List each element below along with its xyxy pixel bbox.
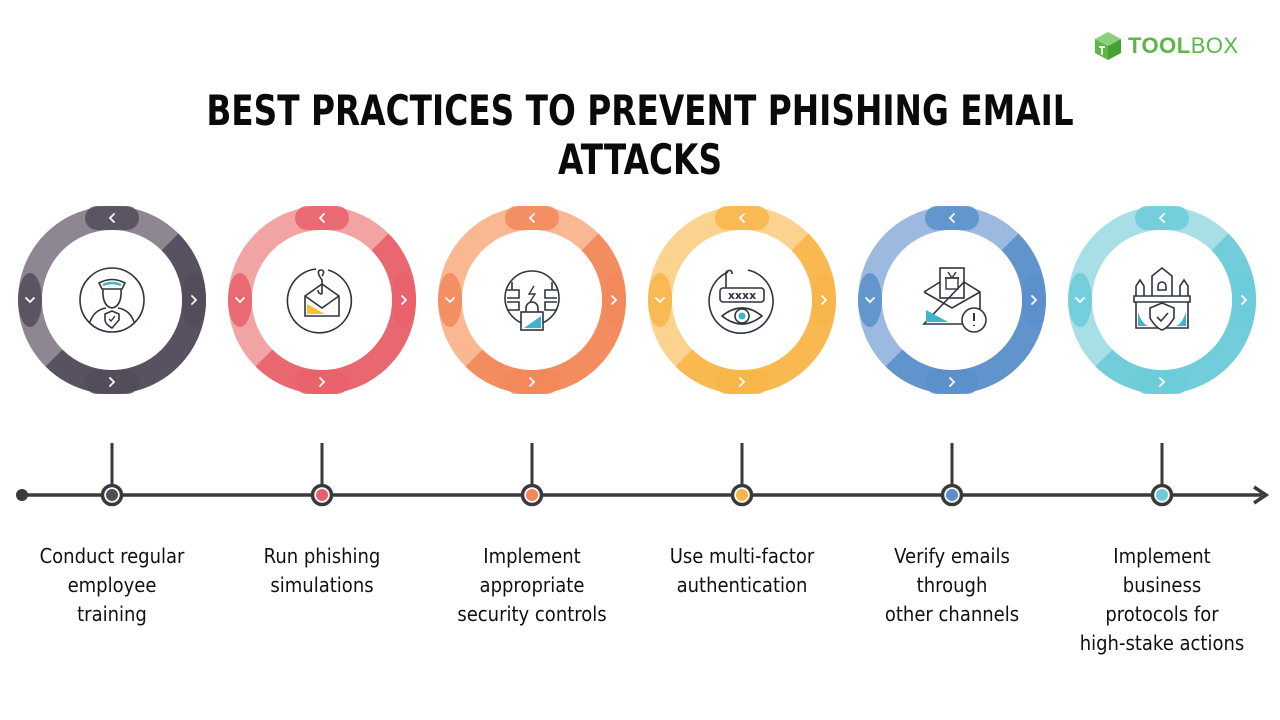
pill-right (1022, 273, 1046, 327)
timeline-node-fill (1156, 489, 1168, 501)
step-label-line: Use multi-factor (669, 544, 815, 568)
step-label: Implement business protocols for high-stake… (1063, 542, 1261, 658)
step-label-line: appropriate (479, 573, 585, 597)
pill-right (812, 273, 836, 327)
step-label: Verify emails through other channels (853, 542, 1051, 629)
step-label-line: business (1122, 573, 1202, 597)
step-label-line: high-stake actions (1079, 631, 1245, 655)
timeline-node-fill (736, 489, 748, 501)
timeline-node-fill (526, 489, 538, 501)
step-label-line: Implement (483, 544, 581, 568)
pill-left (858, 273, 882, 327)
pill-left (648, 273, 672, 327)
pill-right (392, 273, 416, 327)
pill-top (925, 206, 979, 230)
pill-left (438, 273, 462, 327)
pill-top (295, 206, 349, 230)
pill-bottom (505, 370, 559, 394)
pill-left (228, 273, 252, 327)
step-label: Use multi-factor authentication (643, 542, 841, 600)
step-label: Implement appropriate security controls (433, 542, 631, 629)
step-label-line: authentication (676, 573, 808, 597)
pill-left (18, 273, 42, 327)
step-5 (858, 206, 1046, 394)
step-label: Conduct regular employee training (13, 542, 211, 629)
timeline-start-dot (16, 489, 28, 501)
step-label-line: through (916, 573, 988, 597)
step-label-line: Verify emails (894, 544, 1010, 568)
pill-right (182, 273, 206, 327)
step-4: xxxx (648, 206, 836, 394)
pill-top (1135, 206, 1189, 230)
pill-bottom (85, 370, 139, 394)
pill-top (715, 206, 769, 230)
step-label-line: simulations (270, 573, 374, 597)
step-label-line: protocols for (1105, 602, 1219, 626)
step-label-line: security controls (457, 602, 607, 626)
pill-bottom (295, 370, 349, 394)
step-label-line: training (77, 602, 147, 626)
step-label-line: Run phishing (263, 544, 381, 568)
step-label-line: employee (67, 573, 157, 597)
pill-bottom (715, 370, 769, 394)
pill-top (505, 206, 559, 230)
timeline-node-fill (316, 489, 328, 501)
step-1 (18, 206, 206, 394)
pill-bottom (1135, 370, 1189, 394)
pill-right (602, 273, 626, 327)
step-label-line: Conduct regular (39, 544, 185, 568)
pill-left (1068, 273, 1092, 327)
step-2 (228, 206, 416, 394)
pill-right (1232, 273, 1256, 327)
step-6 (1068, 206, 1256, 394)
step-label-line: Implement (1113, 544, 1211, 568)
svg-text:xxxx: xxxx (728, 289, 756, 302)
pill-bottom (925, 370, 979, 394)
step-label-line: other channels (884, 602, 1020, 626)
timeline-node-fill (946, 489, 958, 501)
timeline-node-fill (106, 489, 118, 501)
step-3 (438, 206, 626, 394)
step-label: Run phishing simulations (223, 542, 421, 600)
pill-top (85, 206, 139, 230)
